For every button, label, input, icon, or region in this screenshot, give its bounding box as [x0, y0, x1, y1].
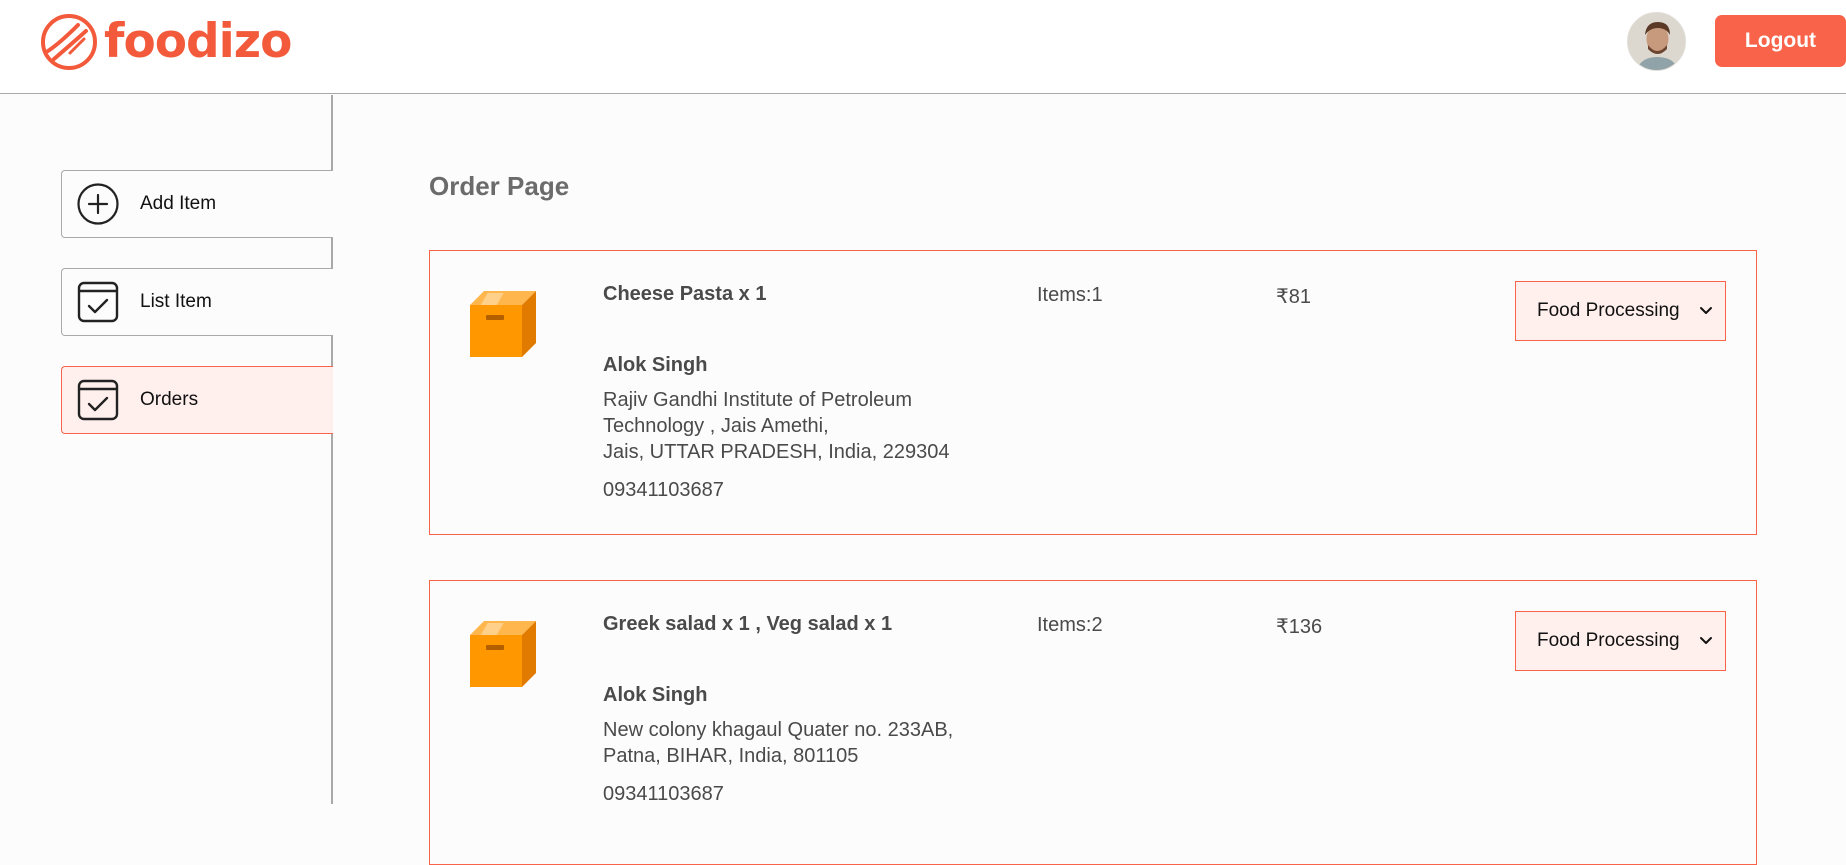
main-content: Order Page Cheese Pasta x 1 Alok Singh R…	[335, 95, 1846, 865]
order-amount: ₹136	[1276, 616, 1323, 638]
navbar: foodizo Logout	[0, 0, 1846, 94]
chevron-down-icon	[1700, 637, 1712, 644]
order-items-count: Items:1	[1037, 284, 1103, 306]
address-line: Jais, UTTAR PRADESH, India, 229304	[603, 441, 950, 463]
logout-button[interactable]: Logout	[1715, 15, 1846, 67]
order-status-select[interactable]: Food Processing	[1515, 281, 1726, 341]
order-food-items: Greek salad x 1 , Veg salad x 1	[603, 613, 893, 635]
address-line: Technology , Jais Amethi,	[603, 415, 829, 437]
order-items-count: Items:2	[1037, 614, 1103, 636]
profile-image	[1628, 13, 1685, 70]
calendar-check-icon	[76, 280, 120, 324]
order-amount: ₹81	[1276, 286, 1311, 308]
customer-phone: 09341103687	[603, 479, 724, 501]
calendar-check-icon	[76, 378, 120, 422]
order-status-select[interactable]: Food Processing	[1515, 611, 1726, 671]
sidebar-item-add-item[interactable]: Add Item	[61, 170, 333, 238]
order-food-items: Cheese Pasta x 1	[603, 283, 767, 305]
chevron-down-icon	[1700, 307, 1712, 314]
order-card: Cheese Pasta x 1 Alok Singh Rajiv Gandhi…	[429, 250, 1757, 535]
order-card: Greek salad x 1 , Veg salad x 1 Alok Sin…	[429, 580, 1757, 865]
address-line: Rajiv Gandhi Institute of Petroleum	[603, 389, 913, 411]
status-value: Food Processing	[1537, 630, 1680, 651]
customer-phone: 09341103687	[603, 783, 724, 805]
status-value: Food Processing	[1537, 300, 1680, 321]
customer-name: Alok Singh	[603, 354, 708, 376]
brand-logo[interactable]: foodizo	[40, 12, 292, 72]
brand-name: foodizo	[104, 14, 292, 69]
logo-icon	[41, 14, 97, 70]
sidebar-item-orders[interactable]: Orders	[61, 366, 333, 434]
customer-name: Alok Singh	[603, 684, 708, 706]
parcel-icon	[470, 621, 536, 687]
parcel-icon	[470, 291, 536, 357]
sidebar-item-label: List Item	[140, 291, 212, 312]
page-title: Order Page	[429, 171, 570, 201]
address-line: Patna, BIHAR, India, 801105	[603, 745, 859, 767]
add-circle-icon	[76, 182, 120, 226]
sidebar: Add Item List Item Orders	[0, 95, 333, 804]
address-line: New colony khagaul Quater no. 233AB,	[603, 719, 954, 741]
sidebar-item-label: Orders	[140, 389, 199, 410]
avatar[interactable]	[1627, 12, 1686, 71]
customer-address: Rajiv Gandhi Institute of Petroleum Tech…	[603, 387, 949, 465]
customer-address: New colony khagaul Quater no. 233AB, Pat…	[603, 717, 953, 769]
sidebar-item-list-item[interactable]: List Item	[61, 268, 333, 336]
sidebar-item-label: Add Item	[140, 193, 217, 214]
